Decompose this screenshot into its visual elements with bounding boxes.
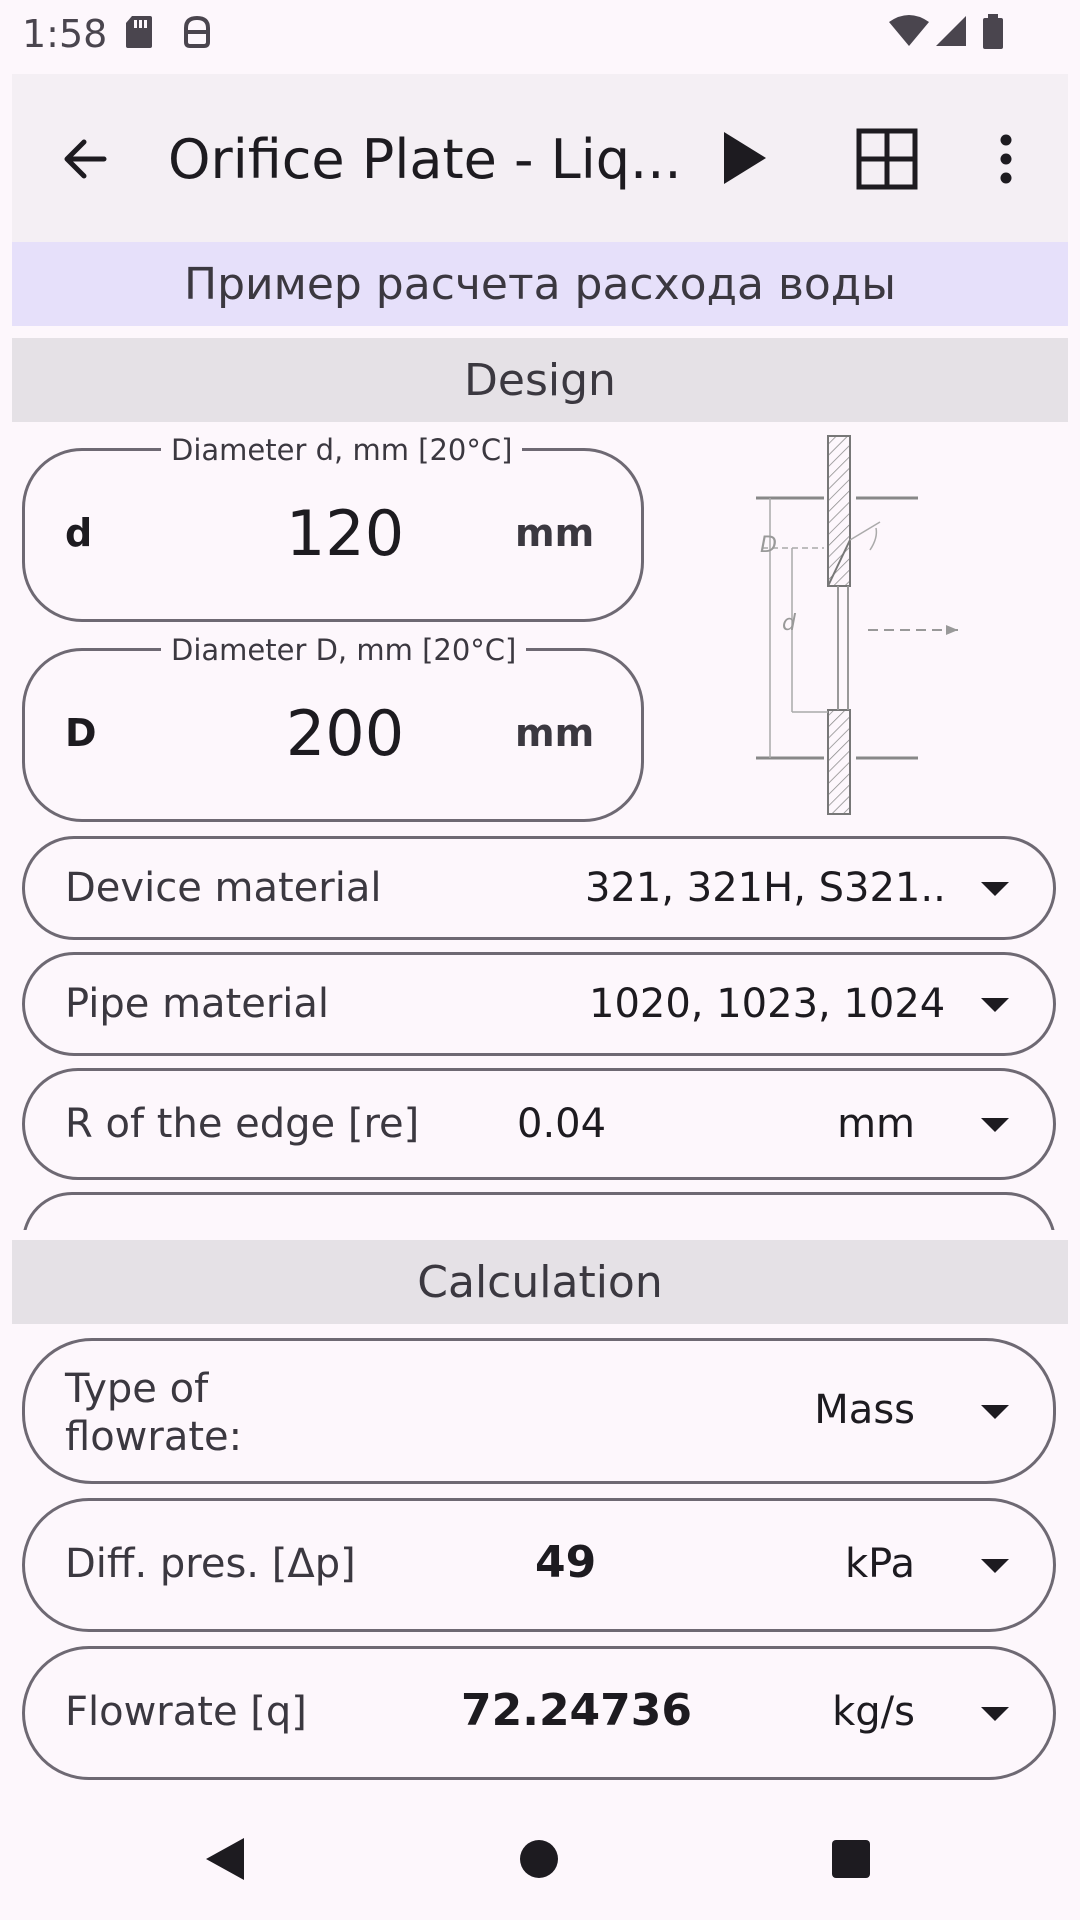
flowrate-field[interactable]: Flowrate [q] 72.24736 kg/s: [22, 1646, 1056, 1780]
calculation-section-header: Calculation: [12, 1240, 1068, 1324]
device-material-label: Device material: [65, 865, 382, 911]
battery-icon: [983, 14, 1003, 49]
diameter-d-value[interactable]: 120: [195, 497, 495, 570]
wifi-icon: [889, 15, 929, 46]
device-material-select[interactable]: Device material 321, 321H, S321..: [22, 836, 1056, 940]
nav-recents-icon[interactable]: [830, 1838, 872, 1880]
chevron-down-icon[interactable]: [981, 1707, 1009, 1721]
sd-card-icon: [126, 16, 152, 48]
example-banner: Пример расчета расхода воды: [12, 242, 1068, 326]
diagram-d-label: d: [782, 611, 797, 636]
flowrate-unit: kg/s: [832, 1689, 915, 1735]
pipe-material-value: 1020, 1023, 1024: [589, 981, 946, 1027]
diff-pressure-unit: kPa: [845, 1541, 915, 1587]
pipe-material-select[interactable]: Pipe material 1020, 1023, 1024: [22, 952, 1056, 1056]
edge-radius-unit: mm: [837, 1101, 915, 1147]
signal-icon: [936, 16, 966, 46]
diameter-D-value[interactable]: 200: [195, 697, 495, 770]
status-time: 1:58: [22, 12, 108, 56]
diameter-d-symbol: d: [65, 511, 93, 555]
edge-radius-label: R of the edge [re]: [65, 1101, 420, 1147]
back-arrow-icon[interactable]: [60, 134, 110, 184]
play-icon[interactable]: [722, 130, 768, 186]
chevron-down-icon[interactable]: [981, 1405, 1009, 1419]
edge-radius-field[interactable]: R of the edge [re] 0.04 mm: [22, 1068, 1056, 1180]
flowrate-type-label: Type of flowrate:: [65, 1366, 243, 1460]
flowrate-type-select[interactable]: Type of flowrate: Mass: [22, 1338, 1056, 1484]
design-section-header: Design: [12, 338, 1068, 422]
flowrate-type-value: Mass: [814, 1387, 915, 1433]
flowrate-value: 72.24736: [461, 1685, 693, 1736]
device-material-value: 321, 321H, S321..: [585, 865, 946, 911]
nav-back-icon[interactable]: [204, 1836, 246, 1882]
flowrate-label: Flowrate [q]: [65, 1689, 307, 1735]
chevron-down-icon[interactable]: [981, 1118, 1009, 1132]
diff-pressure-value[interactable]: 49: [535, 1537, 596, 1588]
diameter-d-unit: mm: [515, 511, 595, 555]
more-vert-icon[interactable]: [998, 134, 1014, 184]
grid-icon[interactable]: [856, 128, 918, 190]
android-debug-icon: [184, 15, 210, 48]
diff-pressure-field[interactable]: Diff. pres. [Δp] 49 kPa: [22, 1498, 1056, 1632]
chevron-down-icon[interactable]: [981, 882, 1009, 896]
edge-radius-value[interactable]: 0.04: [517, 1101, 606, 1147]
diameter-d-legend: Diameter d, mm [20°C]: [161, 433, 523, 467]
diameter-D-unit: mm: [515, 711, 595, 755]
chevron-down-icon[interactable]: [981, 998, 1009, 1012]
diameter-D-symbol: D: [65, 711, 97, 755]
diameter-D-field[interactable]: Diameter D, mm [20°C] D 200 mm: [22, 633, 644, 822]
diameter-d-field[interactable]: Diameter d, mm [20°C] d 120 mm: [22, 433, 644, 622]
diagram-D-label: D: [760, 533, 777, 558]
diff-pressure-label: Diff. pres. [Δp]: [65, 1541, 356, 1587]
page-title: Orifice Plate - Liq...: [168, 128, 682, 191]
diameter-D-legend: Diameter D, mm [20°C]: [161, 633, 527, 667]
nav-home-icon[interactable]: [518, 1838, 560, 1880]
chevron-down-icon[interactable]: [981, 1559, 1009, 1573]
pipe-material-label: Pipe material: [65, 981, 330, 1027]
next-row-partial: [22, 1192, 1056, 1230]
orifice-plate-diagram: D d: [756, 435, 958, 815]
